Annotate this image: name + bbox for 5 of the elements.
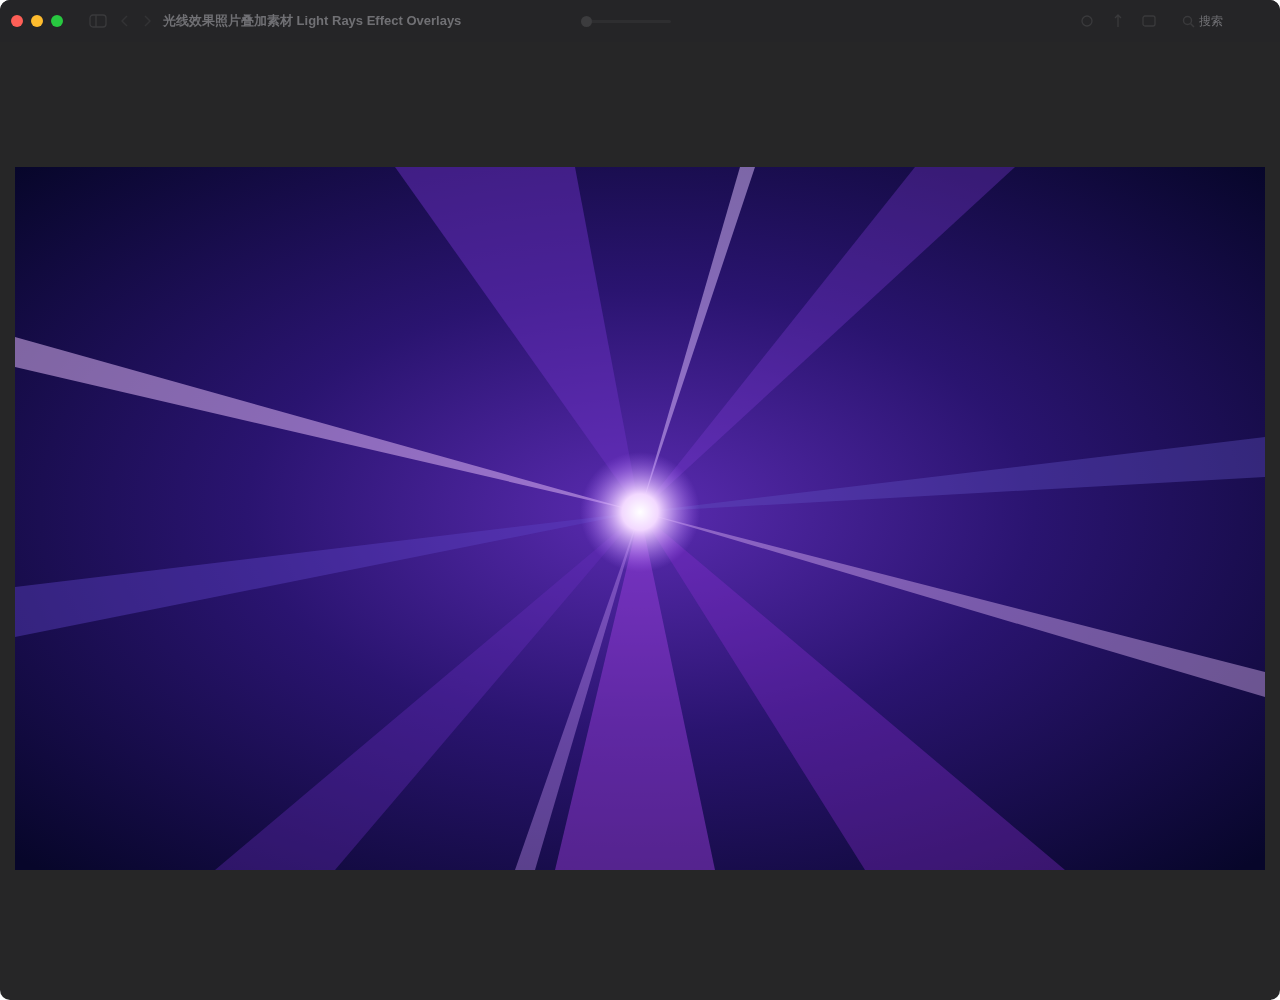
window-title: 光线效果照片叠加素材 Light Rays Effect Overlays [163,12,462,31]
zoom-button[interactable] [51,15,63,27]
search-field[interactable]: 搜索 [1199,12,1249,30]
close-button[interactable] [11,15,23,27]
minimize-button[interactable] [31,15,43,27]
